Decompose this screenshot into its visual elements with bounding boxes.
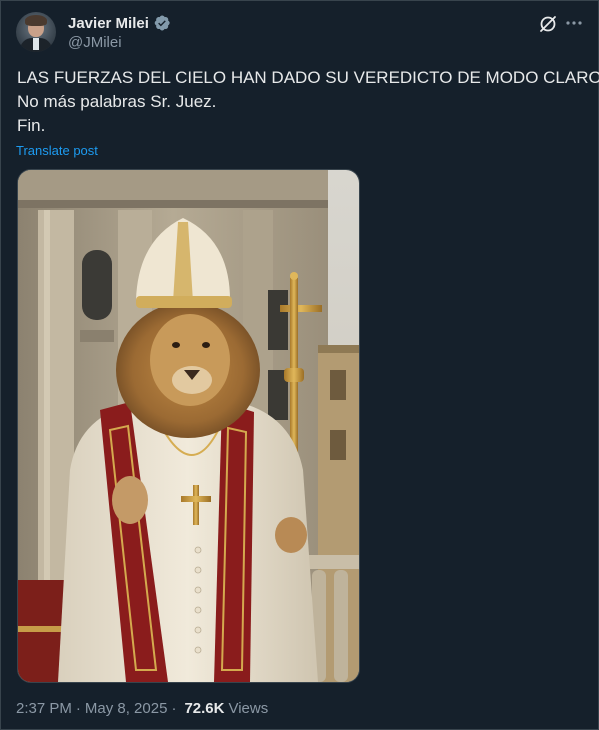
avatar[interactable] [16,12,56,52]
tweet-time[interactable]: 2:37 PM [16,700,72,717]
tweet-media-image[interactable] [17,169,360,683]
grok-icon[interactable] [538,14,558,34]
tweet-text-line: No más palabras Sr. Juez. [17,92,217,111]
author-name-row[interactable]: Javier Milei [68,14,171,32]
tweet-text-line: LAS FUERZAS DEL CIELO HAN DADO SU VEREDI… [17,68,599,87]
lion-pope-image [18,170,359,682]
tweet-date[interactable]: May 8, 2025 [85,700,168,717]
meta-separator: · [171,700,177,717]
verified-badge-icon [154,15,170,31]
more-options-icon[interactable] [564,13,584,33]
meta-separator: · [75,700,81,717]
author-handle[interactable]: @JMilei [68,34,122,51]
views-count[interactable]: 72.6K [184,700,224,717]
tweet-text-line: Fin. [17,116,46,135]
tweet-meta: 2:37 PM · May 8, 2025 · 72.6K Views [16,700,268,717]
tweet-header: Javier Milei @JMilei [16,12,583,56]
views-label: Views [228,700,269,717]
author-name[interactable]: Javier Milei [68,15,149,32]
translate-post-link[interactable]: Translate post [16,143,98,158]
tweet-text: LAS FUERZAS DEL CIELO HAN DADO SU VEREDI… [17,66,599,138]
